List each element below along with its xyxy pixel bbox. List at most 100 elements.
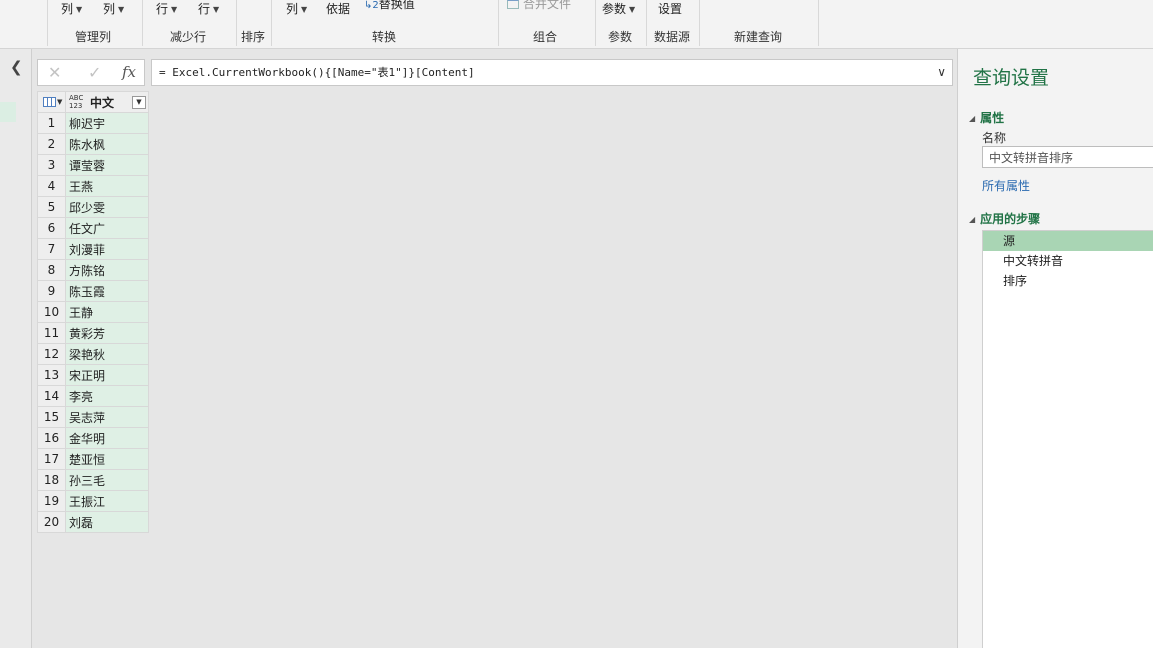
row-number[interactable]: 18 (37, 469, 66, 491)
column-header[interactable]: ABC 123 中文 ▼ (65, 91, 149, 113)
table-cell[interactable]: 李亮 (65, 385, 149, 407)
table-cell[interactable]: 金华明 (65, 427, 149, 449)
combine-files-icon (507, 0, 519, 9)
table-row: 13 宋正明 (37, 364, 149, 386)
collapse-triangle-icon: ◢ (969, 215, 976, 224)
table-cell[interactable]: 王振江 (65, 490, 149, 512)
table-row: 17 楚亚恒 (37, 448, 149, 470)
row-number[interactable]: 17 (37, 448, 66, 470)
close-icon[interactable]: ✕ (48, 63, 61, 82)
row-number[interactable]: 10 (37, 301, 66, 323)
row-number[interactable]: 13 (37, 364, 66, 386)
table-row: 11 黄彩芳 (37, 322, 149, 344)
group-label-manage-columns: 管理列 (75, 30, 112, 44)
row-number[interactable]: 1 (37, 112, 66, 134)
table-cell[interactable]: 陈玉霞 (65, 280, 149, 302)
group-label-parameters: 参数 (608, 30, 633, 44)
table-row: 10 王静 (37, 301, 149, 323)
remove-rows-button[interactable]: 行 ▼ (198, 0, 219, 18)
dropdown-caret-icon: ▼ (301, 5, 308, 14)
row-number[interactable]: 4 (37, 175, 66, 197)
applied-steps-list: 源 中文转拼音 排序 (982, 230, 1153, 648)
formula-bar[interactable]: = Excel.CurrentWorkbook(){[Name="表1"]}[C… (151, 59, 953, 86)
query-name-input[interactable] (982, 146, 1153, 168)
group-label-data-source: 数据源 (654, 30, 691, 44)
applied-step-pinyin[interactable]: 中文转拼音 (983, 251, 1153, 271)
row-number[interactable]: 2 (37, 133, 66, 155)
table-cell[interactable]: 任文广 (65, 217, 149, 239)
table-cell[interactable]: 刘磊 (65, 511, 149, 533)
row-number[interactable]: 6 (37, 217, 66, 239)
any-type-icon[interactable]: ABC 123 (69, 94, 83, 110)
table-row: 12 梁艳秋 (37, 343, 149, 365)
ribbon-separator (47, 0, 48, 46)
table-row: 2 陈水枫 (37, 133, 149, 155)
row-number[interactable]: 7 (37, 238, 66, 260)
chevron-down-icon[interactable]: ∨ (937, 60, 946, 85)
row-number[interactable]: 3 (37, 154, 66, 176)
selected-query-indicator[interactable] (0, 102, 16, 122)
name-label: 名称 (982, 131, 1007, 145)
replace-values-button[interactable]: ↳2替换值 (364, 0, 415, 13)
table-row: 15 吴志萍 (37, 406, 149, 428)
row-number[interactable]: 16 (37, 427, 66, 449)
ribbon-separator (646, 0, 647, 46)
row-number[interactable]: 5 (37, 196, 66, 218)
row-number[interactable]: 12 (37, 343, 66, 365)
applied-step-sort[interactable]: 排序 (983, 271, 1153, 291)
group-by-button[interactable]: 依据 (326, 0, 350, 18)
ribbon-separator (498, 0, 499, 46)
table-row: 19 王振江 (37, 490, 149, 512)
column-header-label: 中文 (90, 95, 115, 110)
dropdown-caret-icon: ▼ (171, 5, 178, 14)
split-column-button[interactable]: 列 ▼ (286, 0, 307, 18)
table-cell[interactable]: 王燕 (65, 175, 149, 197)
table-cell[interactable]: 方陈铭 (65, 259, 149, 281)
row-number[interactable]: 15 (37, 406, 66, 428)
dropdown-caret-icon: ▼ (629, 5, 636, 14)
data-source-settings-button[interactable]: 设置 (658, 0, 682, 18)
row-number[interactable]: 11 (37, 322, 66, 344)
check-icon[interactable]: ✓ (88, 63, 101, 82)
remove-columns-button[interactable]: 列 ▼ (103, 0, 124, 18)
table-cell[interactable]: 孙三毛 (65, 469, 149, 491)
chevron-left-icon[interactable]: ❮ (10, 58, 23, 76)
table-row: 16 金华明 (37, 427, 149, 449)
table-cell[interactable]: 王静 (65, 301, 149, 323)
ribbon-separator (595, 0, 596, 46)
table-row: 1 柳迟宇 (37, 112, 149, 134)
manage-parameters-button[interactable]: 参数 ▼ (602, 0, 635, 18)
table-cell[interactable]: 吴志萍 (65, 406, 149, 428)
table-cell[interactable]: 黄彩芳 (65, 322, 149, 344)
row-number[interactable]: 9 (37, 280, 66, 302)
table-row: 5 邱少雯 (37, 196, 149, 218)
applied-steps-section-header[interactable]: ◢ 应用的步骤 (969, 210, 1040, 227)
properties-section-header[interactable]: ◢ 属性 (969, 109, 1004, 126)
ribbon-separator (699, 0, 700, 46)
dropdown-caret-icon: ▼ (213, 5, 220, 14)
table-cell[interactable]: 柳迟宇 (65, 112, 149, 134)
function-icon[interactable]: fx (122, 63, 136, 81)
all-properties-link[interactable]: 所有属性 (982, 177, 1030, 194)
row-number[interactable]: 19 (37, 490, 66, 512)
table-row: 14 李亮 (37, 385, 149, 407)
keep-rows-button[interactable]: 行 ▼ (156, 0, 177, 18)
group-label-combine: 组合 (533, 30, 558, 44)
table-menu-button[interactable]: ▼ (37, 91, 66, 113)
combine-files-button[interactable]: 合并文件 (507, 0, 571, 13)
filter-dropdown-icon[interactable]: ▼ (132, 96, 146, 109)
row-number[interactable]: 20 (37, 511, 66, 533)
table-cell[interactable]: 刘漫菲 (65, 238, 149, 260)
table-cell[interactable]: 梁艳秋 (65, 343, 149, 365)
table-cell[interactable]: 宋正明 (65, 364, 149, 386)
table-cell[interactable]: 陈水枫 (65, 133, 149, 155)
row-number[interactable]: 14 (37, 385, 66, 407)
table-cell[interactable]: 谭莹蓉 (65, 154, 149, 176)
table-cell[interactable]: 邱少雯 (65, 196, 149, 218)
row-number[interactable]: 8 (37, 259, 66, 281)
table-cell[interactable]: 楚亚恒 (65, 448, 149, 470)
applied-step-source[interactable]: 源 (983, 231, 1153, 251)
group-label-new-query: 新建查询 (734, 30, 783, 44)
choose-columns-button[interactable]: 列 ▼ (61, 0, 82, 18)
dropdown-caret-icon: ▼ (57, 98, 63, 106)
